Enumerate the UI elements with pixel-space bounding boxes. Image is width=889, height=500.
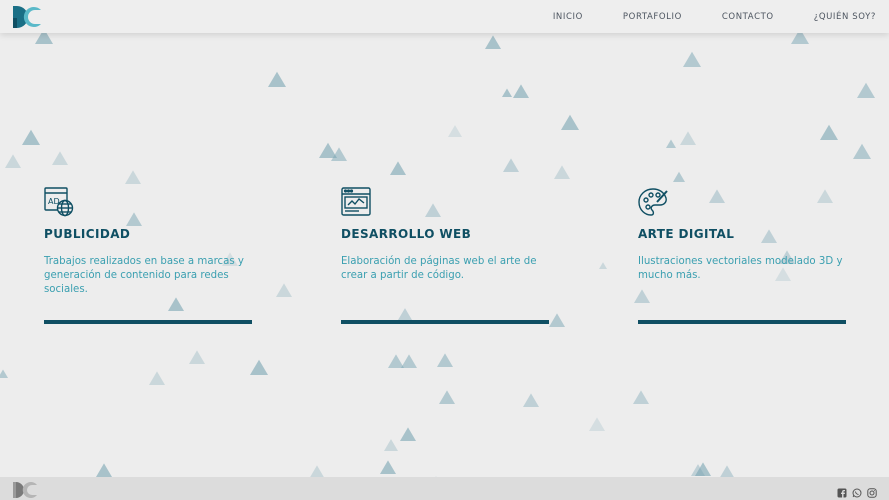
background-triangle bbox=[666, 139, 676, 148]
nav-quien-soy[interactable]: ¿QUIÉN SOY? bbox=[814, 12, 876, 22]
service-card-desarrollo-web: DESARROLLO WEB Elaboración de páginas we… bbox=[341, 187, 551, 283]
background-triangle bbox=[589, 417, 605, 431]
background-triangle bbox=[820, 124, 838, 140]
background-triangle bbox=[485, 35, 501, 49]
background-triangle bbox=[0, 369, 8, 378]
main-nav: INICIO PORTAFOLIO CONTACTO ¿QUIÉN SOY? bbox=[513, 0, 876, 33]
top-navbar: INICIO PORTAFOLIO CONTACTO ¿QUIÉN SOY? bbox=[0, 0, 889, 33]
nav-portafolio[interactable]: PORTAFOLIO bbox=[623, 12, 682, 22]
background-triangle bbox=[268, 71, 286, 87]
background-triangle bbox=[634, 289, 650, 303]
background-triangle bbox=[22, 129, 40, 145]
background-triangle bbox=[125, 170, 141, 184]
dc-logo-gray-icon[interactable] bbox=[13, 481, 39, 499]
background-triangle bbox=[276, 283, 292, 297]
social-links bbox=[837, 483, 877, 498]
footer bbox=[0, 477, 889, 500]
background-triangle bbox=[5, 154, 21, 168]
service-description: Ilustraciones vectoriales modelado 3D y … bbox=[638, 256, 843, 281]
background-triangle bbox=[513, 84, 529, 98]
browser-code-icon bbox=[341, 187, 371, 216]
background-triangle bbox=[250, 359, 268, 375]
background-triangle bbox=[502, 88, 512, 97]
background-triangle bbox=[599, 262, 607, 269]
background-triangle bbox=[400, 427, 416, 441]
whatsapp-icon[interactable] bbox=[852, 483, 862, 498]
background-triangle bbox=[398, 308, 412, 320]
nav-contacto[interactable]: CONTACTO bbox=[722, 12, 774, 22]
service-card-publicidad: AD PUBLICIDAD Trabajos realizados en bas… bbox=[44, 187, 254, 297]
facebook-icon[interactable] bbox=[837, 483, 847, 498]
background-triangle bbox=[52, 151, 68, 165]
background-triangle bbox=[149, 371, 165, 385]
background-triangle bbox=[683, 51, 701, 67]
service-title: DESARROLLO WEB bbox=[341, 227, 472, 241]
instagram-icon[interactable] bbox=[867, 483, 877, 498]
background-triangle bbox=[390, 161, 406, 175]
service-divider bbox=[341, 320, 549, 324]
service-description: Trabajos realizados en base a marcas y g… bbox=[44, 256, 244, 295]
ad-globe-icon: AD bbox=[44, 187, 74, 217]
background-triangle bbox=[439, 390, 455, 404]
service-description: Elaboración de páginas web el arte de cr… bbox=[341, 256, 537, 281]
background-triangle bbox=[853, 143, 871, 159]
background-triangle bbox=[857, 82, 875, 98]
dc-logo-icon[interactable] bbox=[13, 5, 43, 29]
background-triangle bbox=[384, 439, 398, 451]
service-title: ARTE DIGITAL bbox=[638, 227, 735, 241]
background-triangle bbox=[168, 297, 184, 311]
palette-brush-icon bbox=[638, 188, 668, 216]
background-triangle bbox=[633, 390, 649, 404]
background-triangle bbox=[189, 350, 205, 364]
service-title: PUBLICIDAD bbox=[44, 227, 131, 241]
background-triangle bbox=[503, 158, 519, 172]
background-triangle bbox=[561, 114, 579, 130]
nav-inicio[interactable]: INICIO bbox=[553, 12, 583, 22]
background-triangle bbox=[673, 171, 685, 182]
service-divider bbox=[638, 320, 846, 324]
background-triangle bbox=[549, 313, 565, 327]
service-card-arte-digital: ARTE DIGITAL Ilustraciones vectoriales m… bbox=[638, 187, 848, 283]
background-triangle bbox=[554, 165, 570, 179]
background-triangle bbox=[523, 393, 539, 407]
background-triangle bbox=[96, 463, 112, 477]
background-triangle bbox=[448, 125, 462, 137]
background-triangle bbox=[401, 354, 417, 368]
background-triangle bbox=[388, 354, 404, 368]
background-triangle bbox=[680, 131, 696, 145]
background-triangle bbox=[380, 460, 396, 474]
service-divider bbox=[44, 320, 252, 324]
background-triangle bbox=[437, 353, 453, 367]
